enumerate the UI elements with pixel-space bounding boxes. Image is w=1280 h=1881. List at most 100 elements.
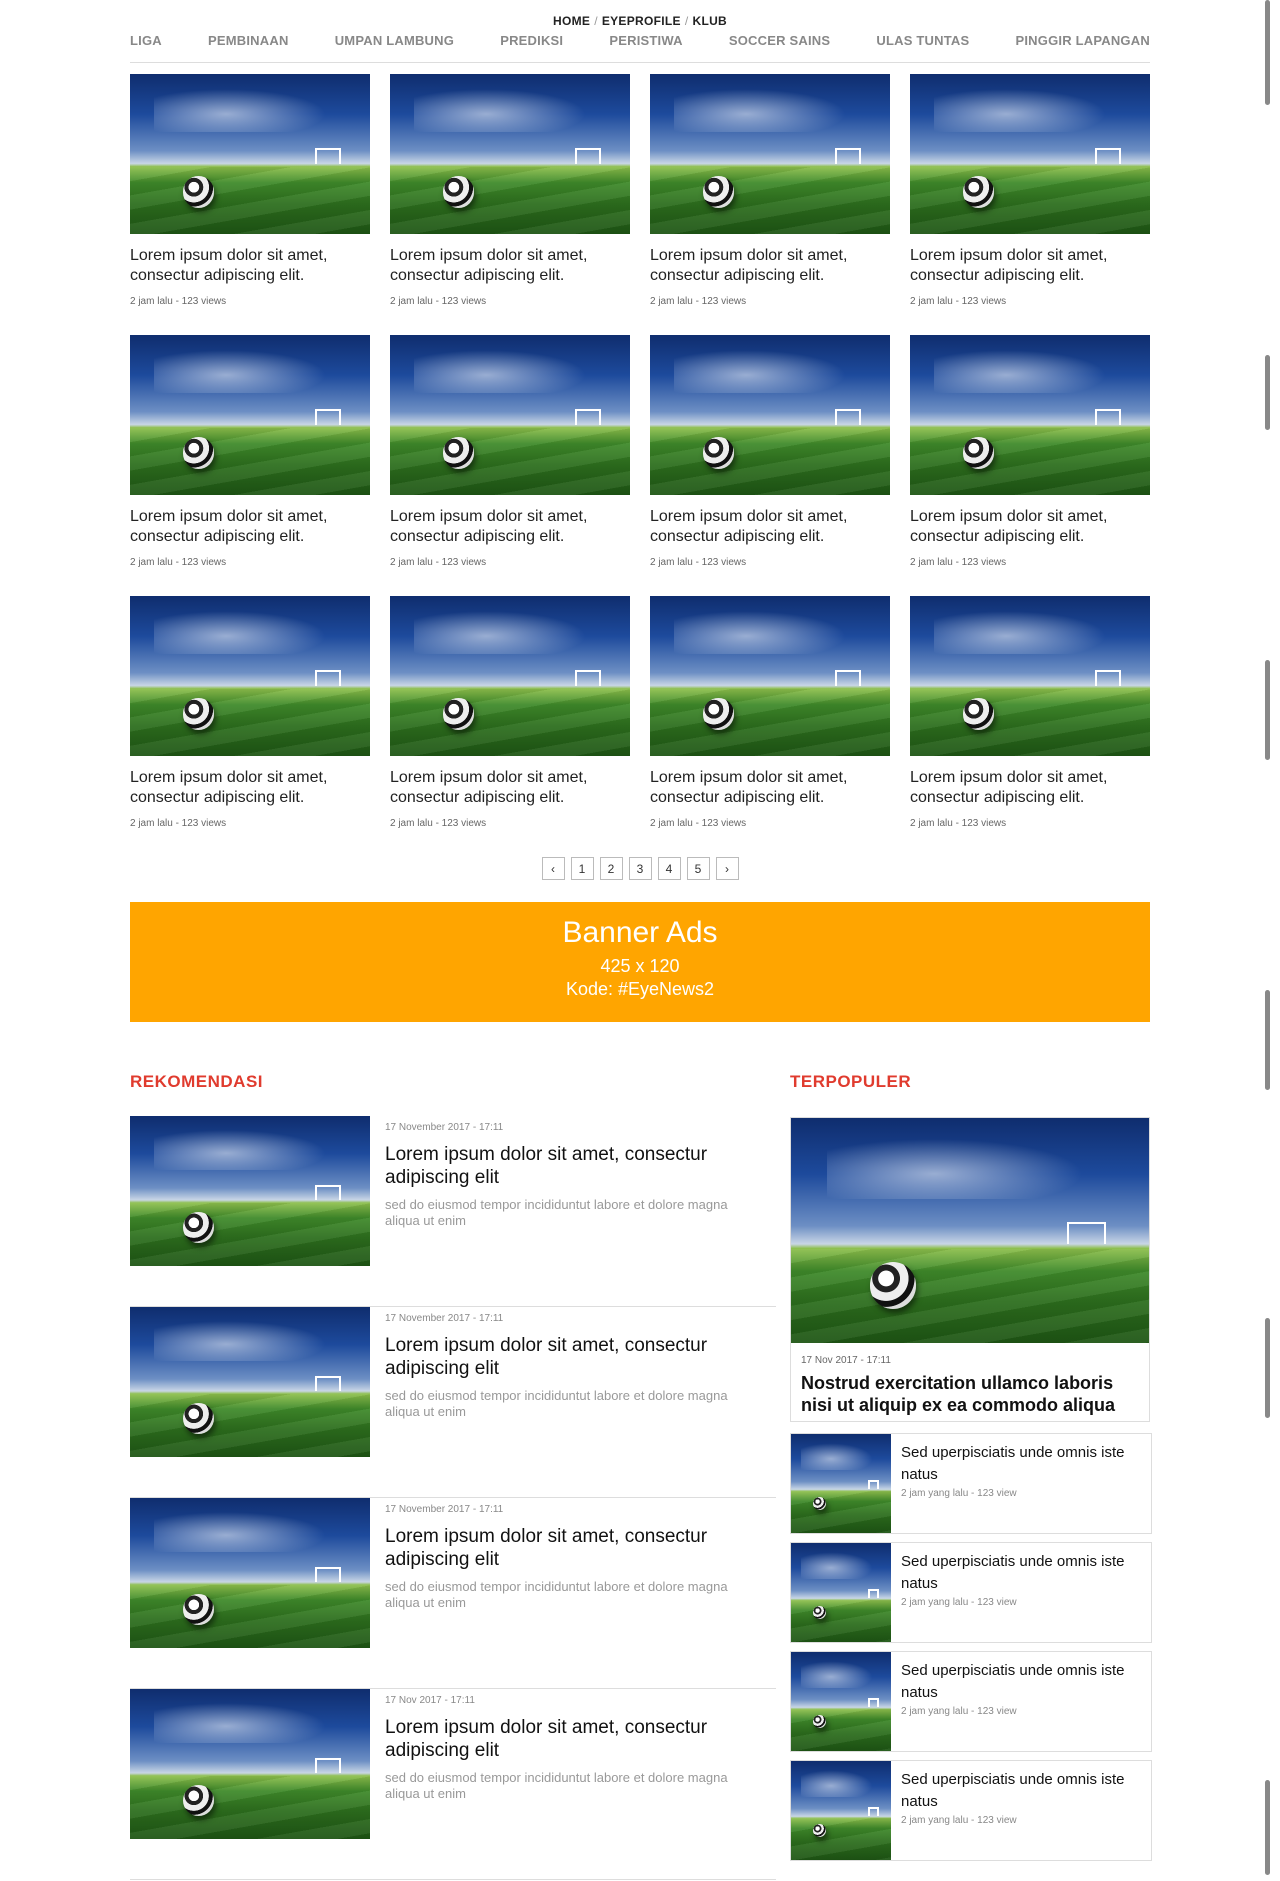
terpopuler-featured[interactable]: 17 Nov 2017 - 17:11 Nostrud exercitation… bbox=[790, 1117, 1150, 1422]
page-1-button[interactable]: 1 bbox=[570, 857, 594, 880]
terpopuler-title[interactable]: Sed uperpisciatis unde omnis iste natus bbox=[901, 1660, 1151, 1704]
terpopuler-thumbnail[interactable] bbox=[791, 1761, 891, 1860]
nav-item-ulas-tuntas[interactable]: ULAS TUNTAS bbox=[876, 33, 969, 62]
rekomendasi-title[interactable]: Lorem ipsum dolor sit amet, consectur ad… bbox=[385, 1716, 765, 1762]
news-title[interactable]: Lorem ipsum dolor sit amet, consectur ad… bbox=[390, 768, 630, 808]
page-5-button[interactable]: 5 bbox=[686, 857, 710, 880]
news-title[interactable]: Lorem ipsum dolor sit amet, consectur ad… bbox=[130, 246, 370, 286]
category-nav: LIGA PEMBINAAN UMPAN LAMBUNG PREDIKSI PE… bbox=[130, 33, 1150, 63]
page-3-button[interactable]: 3 bbox=[628, 857, 652, 880]
breadcrumb-klub[interactable]: KLUB bbox=[692, 14, 727, 28]
rekomendasi-thumbnail[interactable] bbox=[130, 1498, 370, 1648]
nav-item-prediksi[interactable]: PREDIKSI bbox=[500, 33, 563, 62]
news-title[interactable]: Lorem ipsum dolor sit amet, consectur ad… bbox=[130, 768, 370, 808]
terpopuler-title[interactable]: Sed uperpisciatis unde omnis iste natus bbox=[901, 1769, 1151, 1813]
news-title[interactable]: Lorem ipsum dolor sit amet, consectur ad… bbox=[910, 768, 1150, 808]
scrollbar-thumb[interactable] bbox=[1265, 660, 1270, 760]
news-card[interactable]: Lorem ipsum dolor sit amet, consectur ad… bbox=[910, 74, 1150, 314]
news-card[interactable]: Lorem ipsum dolor sit amet, consectur ad… bbox=[910, 596, 1150, 836]
news-title[interactable]: Lorem ipsum dolor sit amet, consectur ad… bbox=[390, 507, 630, 547]
rekomendasi-title[interactable]: Lorem ipsum dolor sit amet, consectur ad… bbox=[385, 1143, 765, 1189]
news-thumbnail[interactable] bbox=[390, 335, 630, 495]
news-title[interactable]: Lorem ipsum dolor sit amet, consectur ad… bbox=[910, 246, 1150, 286]
featured-title[interactable]: Nostrud exercitation ullamco laboris nis… bbox=[801, 1372, 1141, 1416]
news-title[interactable]: Lorem ipsum dolor sit amet, consectur ad… bbox=[650, 768, 890, 808]
news-card[interactable]: Lorem ipsum dolor sit amet, consectur ad… bbox=[390, 596, 630, 836]
terpopuler-meta: 2 jam yang lalu - 123 view bbox=[901, 1706, 1017, 1717]
page-4-button[interactable]: 4 bbox=[657, 857, 681, 880]
news-card[interactable]: Lorem ipsum dolor sit amet, consectur ad… bbox=[650, 596, 890, 836]
breadcrumb: HOME / EYEPROFILE / KLUB bbox=[0, 14, 1280, 28]
nav-item-soccer-sains[interactable]: SOCCER SAINS bbox=[729, 33, 830, 62]
terpopuler-title[interactable]: Sed uperpisciatis unde omnis iste natus bbox=[901, 1551, 1151, 1595]
rekomendasi-desc: sed do eiusmod tempor incididuntut labor… bbox=[385, 1579, 728, 1610]
news-thumbnail[interactable] bbox=[650, 335, 890, 495]
scrollbar-thumb[interactable] bbox=[1265, 1780, 1270, 1875]
breadcrumb-home[interactable]: HOME bbox=[553, 14, 590, 28]
breadcrumb-eyeprofile[interactable]: EYEPROFILE bbox=[602, 14, 681, 28]
news-thumbnail[interactable] bbox=[650, 596, 890, 756]
terpopuler-title[interactable]: Sed uperpisciatis unde omnis iste natus bbox=[901, 1442, 1151, 1486]
news-card[interactable]: Lorem ipsum dolor sit amet, consectur ad… bbox=[910, 335, 1150, 575]
news-title[interactable]: Lorem ipsum dolor sit amet, consectur ad… bbox=[390, 246, 630, 286]
rekomendasi-item[interactable]: 17 November 2017 - 17:11 Lorem ipsum dolo… bbox=[130, 1116, 776, 1307]
page-2-button[interactable]: 2 bbox=[599, 857, 623, 880]
rekomendasi-date: 17 November 2017 - 17:11 bbox=[385, 1122, 504, 1133]
terpopuler-item[interactable]: Sed uperpisciatis unde omnis iste natus 2… bbox=[790, 1542, 1152, 1643]
rekomendasi-item[interactable]: 17 Nov 2017 - 17:11 Lorem ipsum dolor sit… bbox=[130, 1689, 776, 1880]
rekomendasi-item[interactable]: 17 November 2017 - 17:11 Lorem ipsum dolo… bbox=[130, 1307, 776, 1498]
banner-ads[interactable]: Banner Ads 425 x 120 Kode: #EyeNews2 bbox=[130, 902, 1150, 1022]
news-title[interactable]: Lorem ipsum dolor sit amet, consectur ad… bbox=[130, 507, 370, 547]
terpopuler-thumbnail[interactable] bbox=[791, 1434, 891, 1533]
terpopuler-item[interactable]: Sed uperpisciatis unde omnis iste natus 2… bbox=[790, 1651, 1152, 1752]
terpopuler-item[interactable]: Sed uperpisciatis unde omnis iste natus 2… bbox=[790, 1433, 1152, 1534]
news-thumbnail[interactable] bbox=[130, 335, 370, 495]
news-thumbnail[interactable] bbox=[650, 74, 890, 234]
banner-code: Kode: #EyeNews2 bbox=[565, 979, 715, 999]
banner-size: 425 x 120 bbox=[600, 956, 680, 976]
news-thumbnail[interactable] bbox=[910, 335, 1150, 495]
rekomendasi-title[interactable]: Lorem ipsum dolor sit amet, consectur ad… bbox=[385, 1334, 765, 1380]
news-card[interactable]: Lorem ipsum dolor sit amet, consectur ad… bbox=[390, 74, 630, 314]
scrollbar-thumb[interactable] bbox=[1265, 990, 1270, 1090]
terpopuler-meta: 2 jam yang lalu - 123 view bbox=[901, 1815, 1017, 1826]
rekomendasi-list: 17 November 2017 - 17:11 Lorem ipsum dolo… bbox=[130, 1116, 776, 1880]
news-title[interactable]: Lorem ipsum dolor sit amet, consectur ad… bbox=[650, 507, 890, 547]
news-title[interactable]: Lorem ipsum dolor sit amet, consectur ad… bbox=[910, 507, 1150, 547]
news-thumbnail[interactable] bbox=[910, 596, 1150, 756]
rekomendasi-item[interactable]: 17 November 2017 - 17:11 Lorem ipsum dolo… bbox=[130, 1498, 776, 1689]
news-title[interactable]: Lorem ipsum dolor sit amet, consectur ad… bbox=[650, 246, 890, 286]
news-card[interactable]: Lorem ipsum dolor sit amet, consectur ad… bbox=[390, 335, 630, 575]
nav-item-umpan-lambung[interactable]: UMPAN LAMBUNG bbox=[335, 33, 454, 62]
next-page-icon[interactable]: › bbox=[715, 857, 739, 880]
news-card[interactable]: Lorem ipsum dolor sit amet, consectur ad… bbox=[650, 74, 890, 314]
prev-page-icon[interactable]: ‹ bbox=[541, 857, 565, 880]
nav-item-peristiwa[interactable]: PERISTIWA bbox=[609, 33, 682, 62]
scrollbar-thumb[interactable] bbox=[1265, 355, 1270, 430]
news-thumbnail[interactable] bbox=[390, 74, 630, 234]
news-card[interactable]: Lorem ipsum dolor sit amet, consectur ad… bbox=[650, 335, 890, 575]
news-thumbnail[interactable] bbox=[130, 74, 370, 234]
news-thumbnail[interactable] bbox=[130, 596, 370, 756]
rekomendasi-thumbnail[interactable] bbox=[130, 1116, 370, 1266]
news-meta: 2 jam lalu - 123 views bbox=[130, 296, 227, 307]
rekomendasi-thumbnail[interactable] bbox=[130, 1307, 370, 1457]
news-card[interactable]: Lorem ipsum dolor sit amet, consectur ad… bbox=[130, 596, 370, 836]
rekomendasi-title[interactable]: Lorem ipsum dolor sit amet, consectur ad… bbox=[385, 1525, 765, 1571]
news-card[interactable]: Lorem ipsum dolor sit amet, consectur ad… bbox=[130, 335, 370, 575]
news-meta: 2 jam lalu - 123 views bbox=[650, 296, 747, 307]
terpopuler-thumbnail[interactable] bbox=[791, 1543, 891, 1642]
nav-item-liga[interactable]: LIGA bbox=[130, 33, 162, 62]
scrollbar-thumb[interactable] bbox=[1265, 0, 1270, 105]
terpopuler-thumbnail[interactable] bbox=[791, 1652, 891, 1751]
terpopuler-list: Sed uperpisciatis unde omnis iste natus 2… bbox=[790, 1433, 1152, 1869]
news-thumbnail[interactable] bbox=[390, 596, 630, 756]
nav-item-pembinaan[interactable]: PEMBINAAN bbox=[208, 33, 289, 62]
rekomendasi-text: 17 November 2017 - 17:11 Lorem ipsum dolo… bbox=[385, 1498, 765, 1688]
news-thumbnail[interactable] bbox=[910, 74, 1150, 234]
scrollbar-thumb[interactable] bbox=[1265, 1318, 1270, 1418]
news-card[interactable]: Lorem ipsum dolor sit amet, consectur ad… bbox=[130, 74, 370, 314]
terpopuler-item[interactable]: Sed uperpisciatis unde omnis iste natus 2… bbox=[790, 1760, 1152, 1861]
rekomendasi-thumbnail[interactable] bbox=[130, 1689, 370, 1839]
nav-item-pinggir-lapangan[interactable]: PINGGIR LAPANGAN bbox=[1016, 33, 1150, 62]
